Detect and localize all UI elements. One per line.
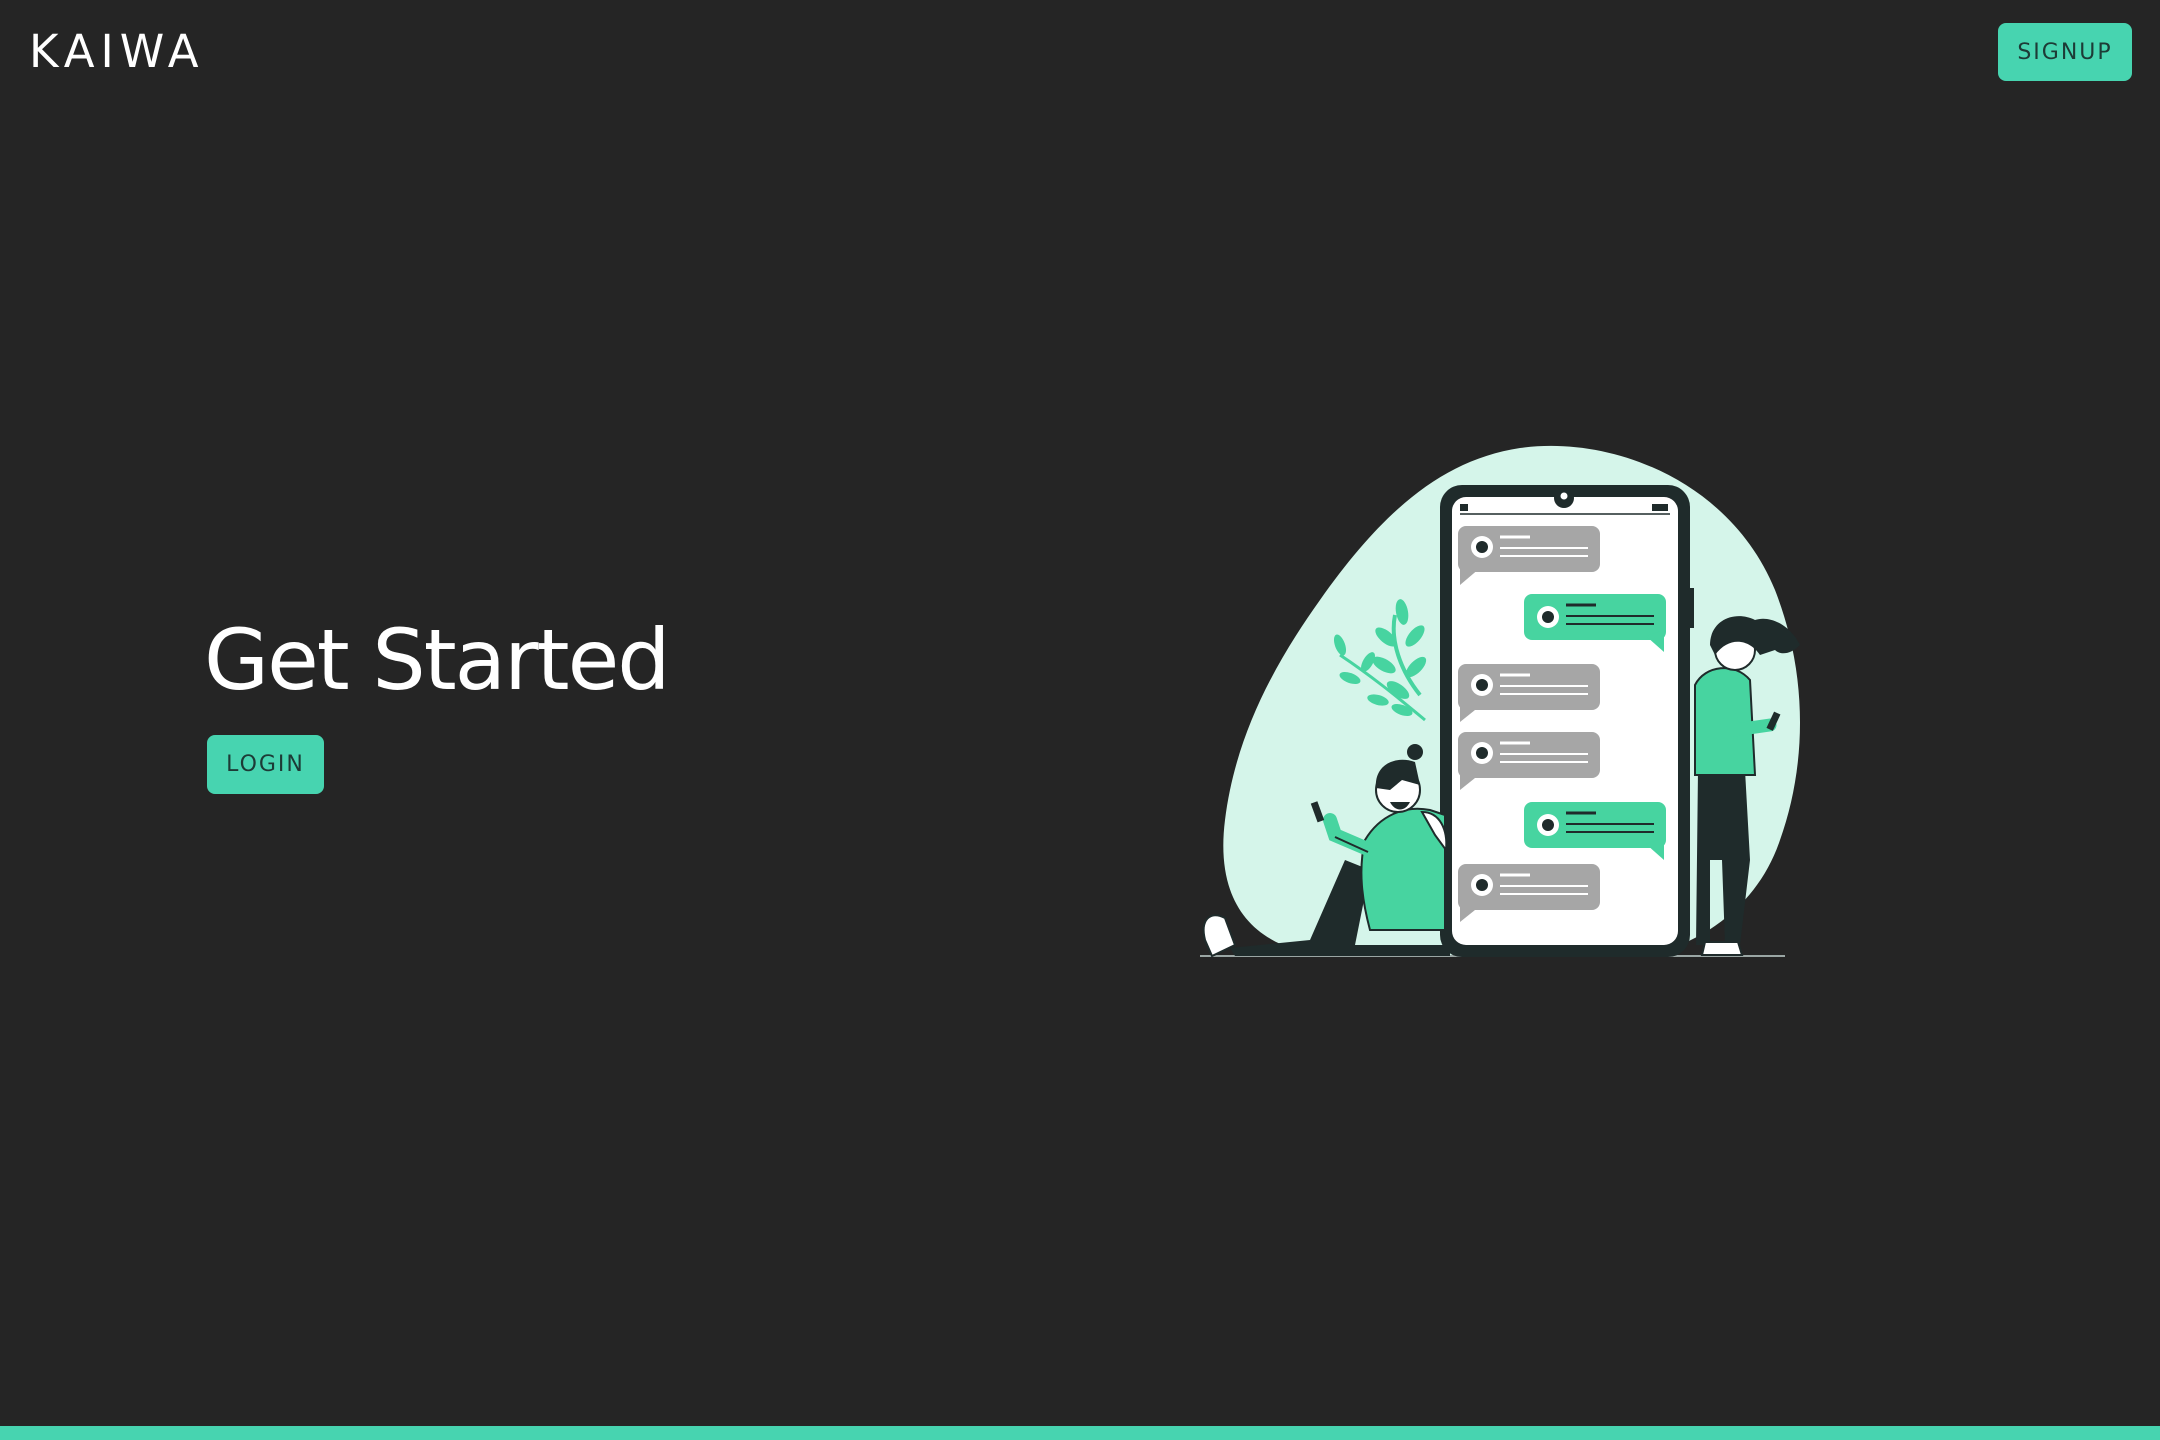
chat-illustration: [1200, 445, 1800, 958]
hero-title: Get Started: [204, 611, 671, 709]
footer-accent-bar: [0, 1426, 2160, 1440]
landing-page: KAIWA SIGNUP Get Started LOGIN: [0, 0, 2160, 1440]
login-button[interactable]: LOGIN: [207, 735, 324, 794]
signup-button[interactable]: SIGNUP: [1998, 23, 2132, 81]
app-logo[interactable]: KAIWA: [29, 28, 205, 76]
